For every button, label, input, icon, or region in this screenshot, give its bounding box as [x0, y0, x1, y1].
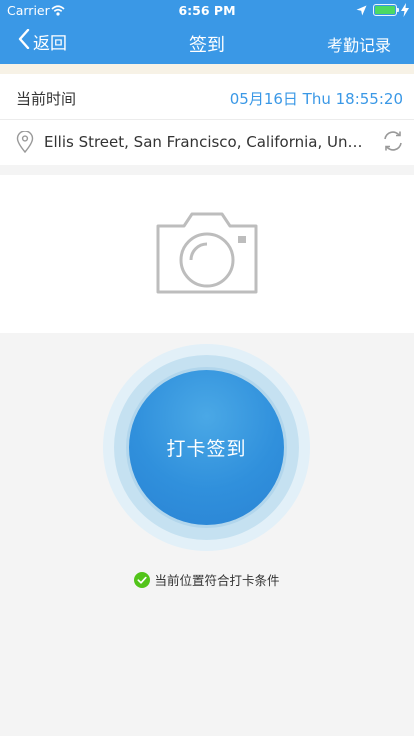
nav-bar: 返回 签到 考勤记录 [0, 22, 414, 64]
checkin-button-label: 打卡签到 [166, 438, 247, 460]
camera-icon[interactable] [154, 212, 260, 300]
checkin-button[interactable]: 打卡签到 [129, 370, 284, 525]
charging-icon [401, 3, 409, 20]
checkin-button-area: 打卡签到 [103, 344, 310, 551]
current-time-value: 05月16日 Thu 18:55:20 [229, 90, 403, 108]
separator-strip [0, 64, 414, 74]
location-pin-icon [16, 130, 34, 157]
status-time: 6:56 PM [178, 3, 236, 18]
current-time-row: 当前时间 05月16日 Thu 18:55:20 [0, 74, 414, 119]
location-arrow-icon [356, 4, 367, 19]
refresh-icon[interactable] [382, 130, 404, 156]
checkin-status: 当前位置符合打卡条件 [0, 570, 414, 589]
location-address: Ellis Street, San Francisco, California,… [44, 133, 364, 151]
app-header: Carrier 6:56 PM 返回 签到 考勤记录 [0, 0, 414, 64]
current-time-label: 当前时间 [16, 90, 77, 108]
check-circle-icon [134, 571, 151, 588]
attendance-records-button[interactable]: 考勤记录 [327, 32, 391, 56]
battery-icon [373, 4, 397, 16]
checkin-status-text: 当前位置符合打卡条件 [154, 573, 280, 588]
location-row: Ellis Street, San Francisco, California,… [0, 120, 414, 165]
status-bar: Carrier 6:56 PM [0, 0, 414, 22]
photo-capture-area[interactable] [0, 175, 414, 333]
